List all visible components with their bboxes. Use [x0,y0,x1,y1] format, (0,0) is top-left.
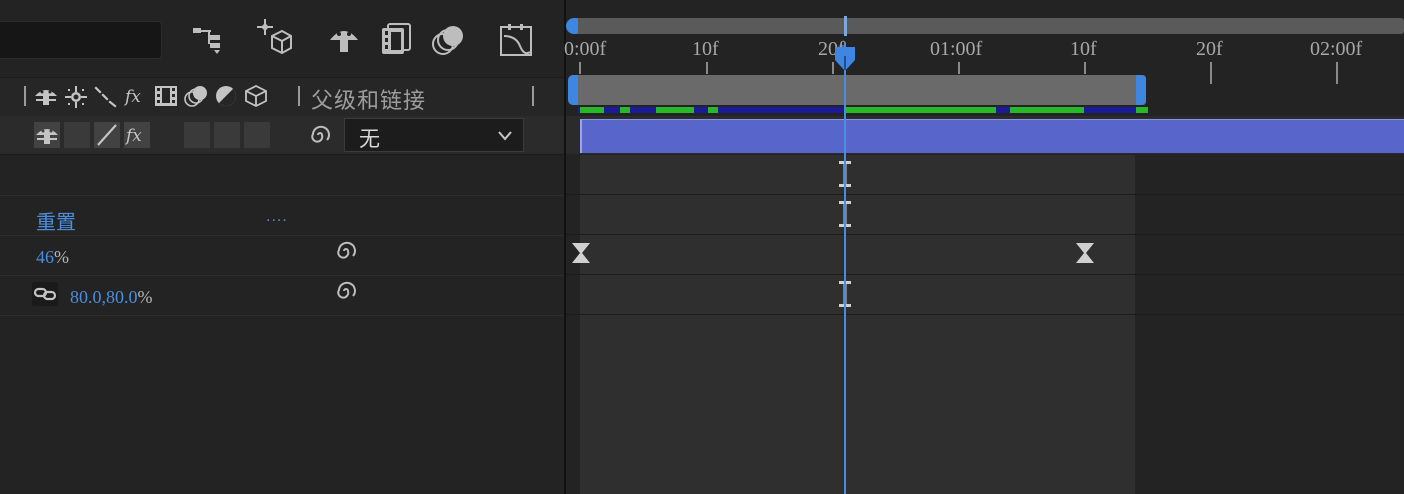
reset-dots[interactable]: .... [266,208,288,226]
frame-blend-switch[interactable] [184,122,210,148]
composition-duration-area [580,155,1135,494]
playhead-navigator-marker[interactable] [844,16,847,36]
time-ruler-label: 20f [1196,38,1223,60]
3d-layer-icon [244,84,268,108]
time-ruler-label: 0:00f [564,38,607,60]
collapse-switch[interactable] [64,122,90,148]
time-ruler-tick [706,62,708,74]
opacity-value-group: 46% [36,247,69,268]
cache-segment [580,107,604,113]
svg-text:fx: fx [124,126,142,146]
opacity-value[interactable]: 46 [36,247,54,267]
quality-icon [94,84,118,108]
work-area-end-handle[interactable] [1136,75,1146,105]
pick-whip-icon[interactable] [332,277,360,305]
track-divider [566,314,1404,315]
scale-unit: % [137,287,153,307]
column-divider[interactable] [532,86,534,106]
layer-duration-bar[interactable] [580,119,1404,153]
playhead-line[interactable] [844,42,846,494]
time-ruler-tick [1210,62,1212,84]
opacity-unit: % [54,247,69,267]
column-divider[interactable] [24,86,26,106]
shy-layers-icon[interactable] [326,22,362,58]
cache-segment [708,107,718,113]
constrain-proportions-link-icon[interactable] [32,282,58,306]
parent-dropdown-value: 无 [359,128,380,151]
column-divider[interactable] [298,86,300,106]
time-ruler-label: 10f [692,38,719,60]
composition-flowchart-icon[interactable] [190,20,226,56]
work-area-start-handle[interactable] [568,75,578,105]
time-ruler-tick [1336,62,1338,84]
cache-segment [846,107,996,113]
time-ruler-tick [579,62,581,74]
property-row [0,235,564,276]
parent-and-link-header: 父级和链接 [311,88,427,113]
cache-segment [1010,107,1084,113]
track-divider [566,274,1404,275]
time-ruler-label: 02:00f [1310,38,1363,60]
pick-whip-icon[interactable] [332,237,360,265]
time-ruler-tick [1084,62,1086,74]
track-divider [566,194,1404,195]
reset-link[interactable]: 重置 [36,206,76,235]
motion-blur-icon [184,84,208,108]
time-navigator[interactable] [572,18,1404,34]
time-navigator-start-handle[interactable] [566,18,578,34]
scale-value[interactable]: 80.0,80.0 [70,287,138,307]
effects-icon: fx [123,84,148,108]
time-ruler-tick [958,62,960,74]
cache-segment [656,107,694,113]
time-ruler-label: 10f [1070,38,1097,60]
frame-blending-icon[interactable] [378,22,414,58]
shy-icon [34,84,58,108]
draft-3d-icon[interactable] [256,18,292,55]
quality-switch[interactable] [94,122,120,148]
chevron-down-icon [497,129,513,143]
search-input[interactable] [0,21,162,59]
time-ruler-label: 01:00f [930,38,983,60]
scale-value-group: 80.0,80.0% [70,287,153,308]
cache-segment [620,107,630,113]
graph-editor-icon[interactable] [498,22,534,58]
keyframe-icon[interactable] [572,243,590,263]
playhead-handle-icon[interactable] [834,46,856,72]
property-row [0,155,564,196]
work-area-bar[interactable] [570,75,1146,105]
keyframe-icon[interactable] [1076,243,1094,263]
frame-blend-icon [154,84,178,108]
motion-blur-icon[interactable] [430,22,466,58]
shy-switch[interactable] [34,122,60,148]
effects-switch[interactable]: fx [124,122,150,148]
parent-dropdown[interactable]: 无 [344,118,524,152]
collapse-icon [64,85,88,109]
adjustment-layer-icon [214,84,238,108]
svg-text:fx: fx [124,87,141,107]
adjustment-layer-switch[interactable] [244,122,270,148]
motion-blur-switch[interactable] [214,122,240,148]
track-divider [566,234,1404,235]
pick-whip-icon[interactable] [306,121,334,149]
cache-segment [1136,107,1148,113]
